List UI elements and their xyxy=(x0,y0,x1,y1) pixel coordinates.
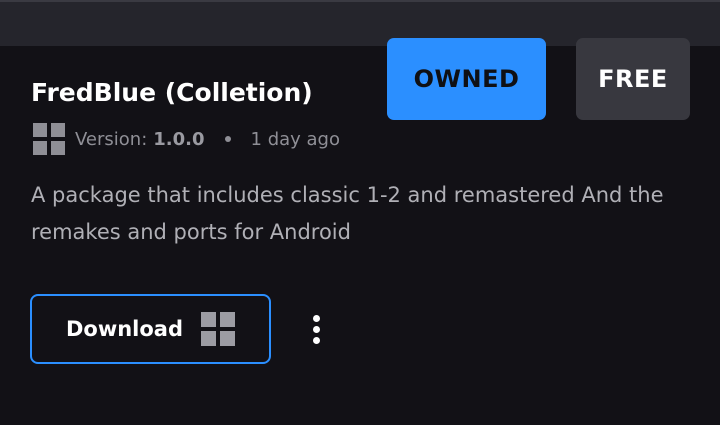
separator-dot xyxy=(224,136,231,142)
package-title: FredBlue (Colletion) xyxy=(31,78,313,107)
windows-icon xyxy=(33,123,65,155)
version-value: 1.0.0 xyxy=(153,128,205,150)
updated-time: 1 day ago xyxy=(250,128,340,150)
windows-icon xyxy=(201,312,236,346)
download-label: Download xyxy=(65,317,184,341)
download-button[interactable]: Download xyxy=(30,294,271,364)
owned-badge: OWNED xyxy=(387,38,546,120)
version-label: Version: xyxy=(75,128,148,150)
free-badge: FREE xyxy=(576,38,690,120)
package-meta: Version: 1.0.0 1 day ago xyxy=(33,122,340,156)
more-vertical-icon[interactable] xyxy=(303,309,329,349)
package-description: A package that includes classic 1-2 and … xyxy=(31,183,664,244)
